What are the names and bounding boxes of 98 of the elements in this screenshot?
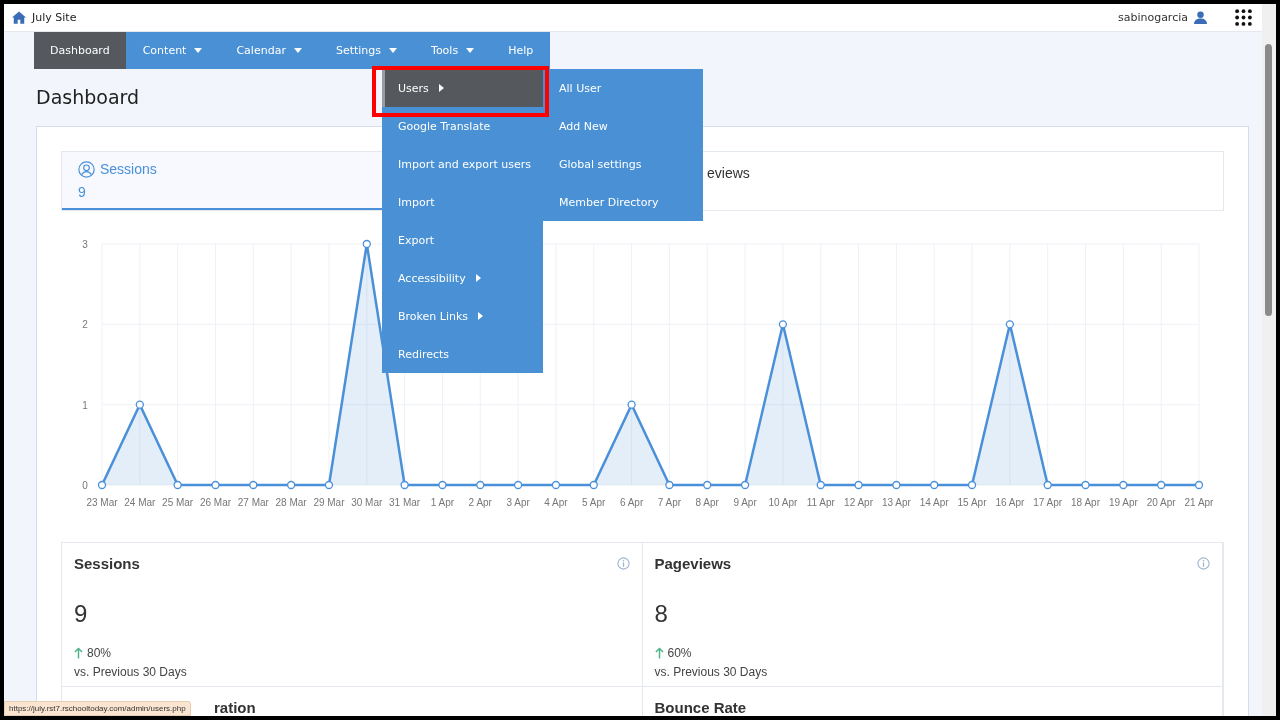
data-point [1043,480,1052,490]
menu-item[interactable]: Export [382,221,543,259]
y-axis-label: 1 [82,399,88,411]
status-url: https://july.rst7.rschooltoday.com/admin/users.php [4,701,191,716]
data-point [476,480,485,490]
x-axis-label: 8 Apr [695,497,719,508]
x-axis-label: 31 Mar [389,497,421,508]
data-point [930,480,939,490]
x-axis-label: 5 Apr [582,497,606,508]
x-axis-label: 21 Apr [1184,497,1214,508]
site-title[interactable]: July Site [32,11,77,24]
nav-tab[interactable]: Settings [318,32,415,69]
stat-change: 80% [87,646,112,660]
user-icon[interactable] [1194,11,1207,24]
data-point [324,480,334,490]
data-point [1005,320,1014,329]
stat-compare: vs. Previous 30 Days [654,665,769,679]
data-point [589,480,598,490]
menu-item[interactable]: Redirects [382,335,543,373]
x-axis-label: 1 Apr [430,497,455,508]
apps-grid-icon[interactable] [1235,9,1252,26]
stat-value: 9 [74,600,89,628]
data-point [1194,480,1204,490]
data-point [438,480,447,490]
x-axis-label: 14 Apr [919,497,949,508]
up-arrow-icon [74,647,83,659]
x-axis-label: 29 Mar [313,497,345,508]
x-axis-label: 16 Apr [995,497,1025,508]
x-axis-label: 20 Apr [1146,497,1176,508]
data-point [362,239,371,249]
user-circle-icon [78,160,95,178]
data-point [513,480,523,490]
x-axis-label: 25 Mar [162,497,194,508]
x-axis-label: 7 Apr [657,497,682,508]
data-point [627,400,636,409]
data-point [400,480,409,490]
menu-item[interactable]: Google Translate [382,107,543,145]
data-point [778,320,788,329]
stat-title: Pageviews [654,555,732,572]
x-axis-label: 6 Apr [619,497,644,508]
data-point [287,480,296,490]
menu-item[interactable]: Add New [543,107,703,145]
x-axis-label: 18 Apr [1071,497,1100,508]
data-point [816,480,825,490]
y-axis-label: 2 [82,319,88,331]
menu-item[interactable]: Users [382,69,543,107]
stat-compare: vs. Previous 30 Days [74,665,188,679]
data-point [967,480,977,490]
nav-tab[interactable]: Content [125,32,220,69]
stat-title: Bounce Rate [654,699,747,716]
nav-tab[interactable]: Calendar [219,32,319,69]
x-axis-label: 30 Mar [351,497,383,508]
data-point [892,480,901,490]
y-axis-label: 0 [82,480,88,491]
metric-tab[interactable]: eviews [707,152,1223,210]
nav-tab[interactable]: Dashboard [34,32,126,69]
x-axis-label: 13 Apr [881,497,911,508]
data-point [740,480,750,490]
x-axis-label: 23 Mar [86,497,118,508]
stat-title: ration [214,699,256,716]
data-point [854,480,863,490]
data-point [1119,480,1128,490]
x-axis-label: 4 Apr [544,497,568,508]
x-axis-label: 17 Apr [1033,497,1063,508]
data-point [703,480,712,490]
y-axis-label: 3 [82,239,88,250]
x-axis-label: 10 Apr [768,497,798,508]
data-point [173,480,182,490]
menu-item[interactable]: All User [543,69,703,107]
x-axis-label: 28 Mar [275,497,307,508]
up-arrow-icon [654,647,664,659]
x-axis-label: 15 Apr [957,497,987,508]
x-axis-label: 9 Apr [733,497,757,508]
menu-item[interactable]: Broken Links [382,297,543,335]
stat-change: 60% [667,646,692,660]
data-point [211,480,220,490]
x-axis-label: 19 Apr [1108,497,1138,508]
stat-title: Sessions [74,555,140,572]
stat-value: 8 [654,600,669,628]
data-point [1081,480,1090,490]
x-axis-label: 27 Mar [237,497,269,508]
x-axis-label: 3 Apr [506,497,530,508]
x-axis-label: 24 Mar [124,497,156,508]
menu-item[interactable]: Accessibility [382,259,543,297]
data-point [551,480,561,490]
username[interactable]: sabinogarcia [1117,11,1188,24]
data-point [249,480,258,490]
x-axis-label: 11 Apr [806,497,835,508]
page-heading: Dashboard [36,86,140,110]
data-point [1157,480,1166,490]
data-point [665,480,674,490]
home-icon[interactable] [12,11,26,24]
x-axis-label: 2 Apr [468,497,492,508]
data-point [97,480,107,490]
data-point [135,400,144,409]
x-axis-label: 12 Apr [844,497,873,508]
x-axis-label: 26 Mar [199,497,232,508]
scrollbar[interactable] [1262,4,1276,716]
